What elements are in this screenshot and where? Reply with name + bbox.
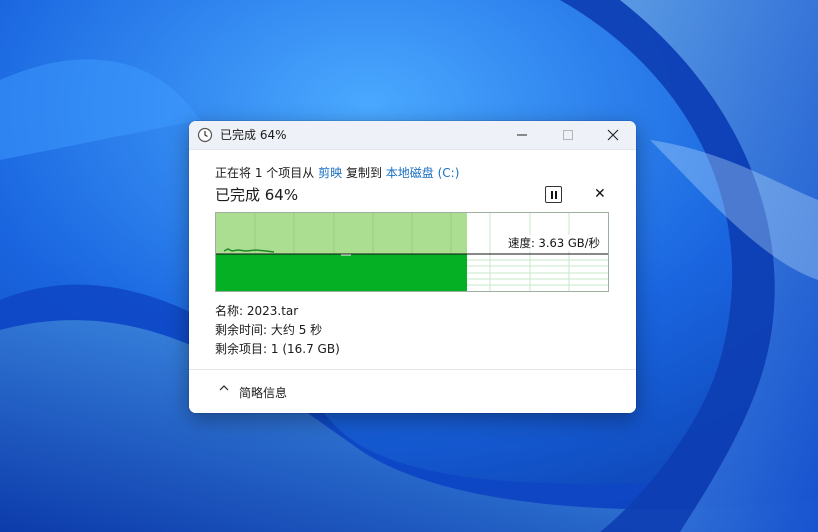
time-remaining-label: 剩余时间:: [215, 323, 268, 337]
transfer-details: 名称: 2023.tar 剩余时间: 大约 5 秒 剩余项目: 1 (16.7 …: [215, 302, 340, 359]
copy-middle: 复制到: [345, 166, 382, 180]
minimize-icon: [517, 134, 527, 136]
copy-description: 正在将 1 个项目从 剪映 复制到 本地磁盘 (C:): [215, 164, 459, 181]
window-title: 已完成 64%: [220, 128, 287, 142]
transfer-speed-graph: 速度: 3.63 GB/秒: [215, 212, 609, 292]
cancel-button[interactable]: ✕: [594, 186, 606, 202]
name-value: 2023.tar: [246, 304, 299, 318]
progress-speed-area: [216, 254, 467, 291]
source-link[interactable]: 剪映: [318, 166, 342, 180]
pause-button[interactable]: [545, 186, 562, 203]
maximize-icon: [563, 130, 573, 140]
speed-graph-canvas: [216, 213, 608, 291]
less-details-toggle[interactable]: 简略信息: [189, 369, 636, 413]
copy-progress-dialog: 已完成 64% 正在将 1 个项目从 剪映 复制到 本地磁盘 (C:) 已完成 …: [189, 121, 636, 413]
maximize-button[interactable]: [545, 121, 591, 149]
pause-icon: [550, 190, 557, 199]
title-bar[interactable]: 已完成 64%: [189, 121, 636, 150]
items-remaining-row: 剩余项目: 1 (16.7 GB): [215, 340, 340, 359]
percent-complete: 已完成 64%: [215, 186, 299, 204]
clock-icon: [197, 127, 213, 143]
time-remaining-value: 大约 5 秒: [270, 323, 323, 337]
minimize-button[interactable]: [499, 121, 545, 149]
less-details-label: 简略信息: [239, 386, 288, 400]
cancel-icon: ✕: [594, 186, 606, 202]
name-label: 名称:: [215, 304, 244, 318]
chevron-up-icon: [219, 385, 229, 391]
copy-prefix: 正在将 1 个项目从: [215, 166, 315, 180]
close-button[interactable]: [590, 121, 636, 149]
items-remaining-label: 剩余项目:: [215, 342, 268, 356]
close-icon: [607, 129, 619, 141]
name-row: 名称: 2023.tar: [215, 302, 340, 321]
speed-label: 速度: 3.63 GB/秒: [507, 235, 601, 251]
time-remaining-row: 剩余时间: 大约 5 秒: [215, 321, 340, 340]
items-remaining-value: 1 (16.7 GB): [270, 342, 340, 356]
destination-link[interactable]: 本地磁盘 (C:): [386, 166, 460, 180]
